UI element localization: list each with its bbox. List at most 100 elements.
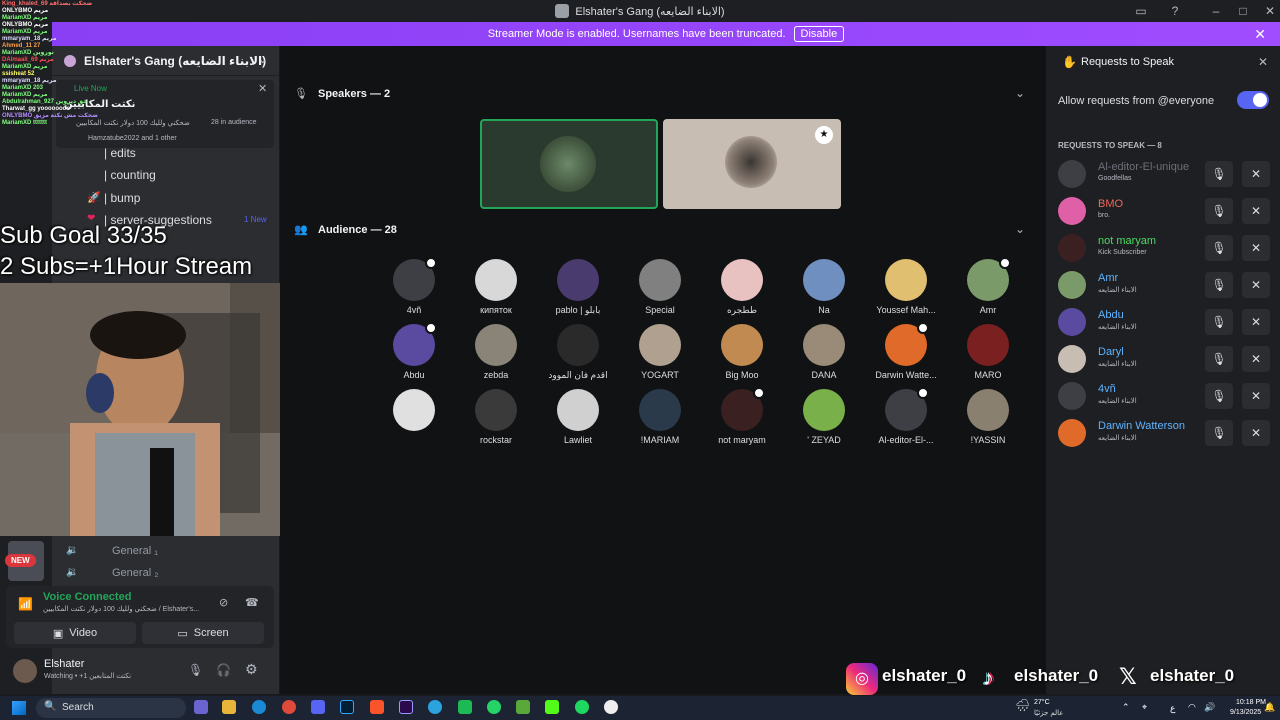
audience-member[interactable]: Amr [948, 257, 1028, 315]
invite-to-speak-button[interactable]: 🎙 [1205, 235, 1233, 261]
deny-request-button[interactable]: ✕ [1242, 161, 1270, 187]
inbox-icon[interactable]: ▭ [1133, 3, 1149, 19]
channel-edits[interactable]: | edits [104, 146, 136, 160]
wifi-icon[interactable]: ◠ [1188, 702, 1196, 713]
audience-member[interactable]: rockstar [456, 389, 536, 445]
audience-member[interactable]: pablo | بابلو [538, 259, 618, 316]
gear-icon[interactable]: ⚙ [245, 661, 258, 678]
disable-button[interactable]: Disable [793, 26, 845, 42]
chrome-icon[interactable] [282, 700, 296, 714]
discord-icon[interactable] [311, 700, 325, 714]
request-sub: الابناء الضايعه [1098, 398, 1137, 405]
audience-member[interactable]: !MARIAM [620, 389, 700, 445]
audience-member[interactable]: MARO [948, 324, 1028, 380]
deny-request-button[interactable]: ✕ [1242, 272, 1270, 298]
audience-member[interactable]: ططجره [702, 259, 782, 316]
video-button[interactable]: ▣ Video [14, 622, 136, 644]
invite-to-speak-button[interactable]: 🎙 [1205, 161, 1233, 187]
audience-member[interactable]: YOGART [620, 324, 700, 380]
edge-icon[interactable] [252, 700, 266, 714]
audience-member[interactable]: DANA [784, 324, 864, 380]
task-view-icon[interactable] [194, 700, 208, 714]
invite-to-speak-button[interactable]: 🎙 [1205, 420, 1233, 446]
invite-to-speak-button[interactable]: 🎙 [1205, 198, 1233, 224]
audience-member[interactable]: اقدم فان الموود [538, 324, 618, 381]
audience-member[interactable]: ' ZEYAD [784, 389, 864, 445]
deny-request-button[interactable]: ✕ [1242, 235, 1270, 261]
server-name: Elshater's Gang (الابناء الضايعه) [84, 53, 267, 68]
video-off-icon: ▣ [52, 627, 64, 640]
audience-member[interactable] [374, 389, 454, 435]
sub-goal-text: Sub Goal 33/35 [0, 222, 167, 249]
invite-to-speak-button[interactable]: 🎙 [1205, 272, 1233, 298]
headphones-icon[interactable]: 🎧 [216, 663, 231, 677]
voice-status[interactable]: Voice Connected [43, 591, 131, 603]
close-icon[interactable]: ✕ [1254, 26, 1266, 43]
deny-request-button[interactable]: ✕ [1242, 198, 1270, 224]
taskbar-search[interactable]: 🔍 Search [36, 698, 186, 718]
notification-icon[interactable]: 🔔 [1264, 702, 1275, 713]
deny-request-button[interactable]: ✕ [1242, 346, 1270, 372]
invite-to-speak-button[interactable]: 🎙 [1205, 346, 1233, 372]
help-icon[interactable]: ? [1167, 3, 1183, 19]
windows-start-icon[interactable] [12, 701, 26, 715]
screen-share-button[interactable]: ▭ Screen [142, 622, 264, 644]
deny-request-button[interactable]: ✕ [1242, 383, 1270, 409]
close-live-card-icon[interactable]: ✕ [258, 82, 267, 95]
audience-member[interactable]: Abdu [374, 322, 454, 380]
close-window-button[interactable]: ✕ [1262, 3, 1278, 19]
media-player-icon[interactable] [604, 700, 618, 714]
disconnect-icon[interactable]: ☎ [245, 596, 259, 609]
file-explorer-icon[interactable] [222, 700, 236, 714]
chevron-down-icon[interactable]: ⌄ [1015, 86, 1025, 100]
audience-member[interactable]: кипяток [456, 259, 536, 315]
premiere-icon[interactable] [399, 700, 413, 714]
audience-member[interactable]: Big Moo [702, 324, 782, 380]
audience-member[interactable]: 4vñ [374, 257, 454, 315]
minecraft-icon[interactable] [516, 700, 530, 714]
channel-counting[interactable]: | counting [104, 168, 156, 182]
audience-member[interactable]: Special [620, 259, 700, 315]
minimize-button[interactable]: – [1208, 3, 1224, 19]
noise-suppression-icon[interactable]: ⊘ [219, 596, 228, 609]
invite-to-speak-button[interactable]: 🎙 [1205, 383, 1233, 409]
close-icon[interactable]: ✕ [1258, 55, 1268, 69]
microphone-icon[interactable]: 🎙 [188, 663, 203, 677]
photoshop-icon[interactable] [340, 700, 354, 714]
deny-request-button[interactable]: ✕ [1242, 309, 1270, 335]
channel-bump[interactable]: | bump [104, 191, 140, 205]
new-pill: NEW [5, 554, 36, 567]
audience-member[interactable]: Lawliet [538, 389, 618, 445]
invite-to-speak-button[interactable]: 🎙 [1205, 309, 1233, 335]
x-handle: elshater_0 [1150, 666, 1235, 685]
telegram-icon[interactable] [428, 700, 442, 714]
avatar[interactable] [13, 659, 37, 683]
speaker-tile[interactable] [480, 119, 658, 209]
audience-member[interactable]: Na [784, 259, 864, 315]
allow-requests-toggle[interactable] [1237, 91, 1269, 109]
voice-channel-general-2[interactable]: General ₂ [112, 567, 158, 579]
volume-icon[interactable]: 🔊 [1204, 702, 1215, 713]
kick-icon[interactable] [545, 700, 559, 714]
audience-member[interactable]: !YASSIN [948, 389, 1028, 445]
audience-member[interactable]: Darwin Watte... [866, 322, 946, 380]
member-name: Al-editor-El-... [878, 435, 934, 445]
spotify-icon[interactable] [575, 700, 589, 714]
audience-member[interactable]: Al-editor-El-... [866, 387, 946, 445]
whatsapp-icon[interactable] [487, 700, 501, 714]
audience-member[interactable]: Youssef Mah... [866, 259, 946, 315]
audience-member[interactable]: not maryam [702, 387, 782, 445]
request-row: Al-editor-El-unique Goodfellas 🎙 ✕ [1058, 158, 1270, 190]
maximize-button[interactable]: □ [1235, 3, 1251, 19]
avatar [557, 389, 599, 431]
deny-request-button[interactable]: ✕ [1242, 420, 1270, 446]
chevron-down-icon[interactable]: ⌄ [1015, 222, 1025, 236]
speaker-tile[interactable]: ★ [663, 119, 841, 209]
language-indicator[interactable]: ع [1170, 703, 1175, 714]
brave-icon[interactable] [370, 700, 384, 714]
location-icon[interactable]: ⌖ [1142, 702, 1147, 713]
chevron-up-icon[interactable]: ⌃ [1122, 702, 1130, 713]
app-icon[interactable] [458, 700, 472, 714]
audience-member[interactable]: zebda [456, 324, 536, 380]
voice-channel-general-1[interactable]: General ₁ [112, 545, 158, 557]
